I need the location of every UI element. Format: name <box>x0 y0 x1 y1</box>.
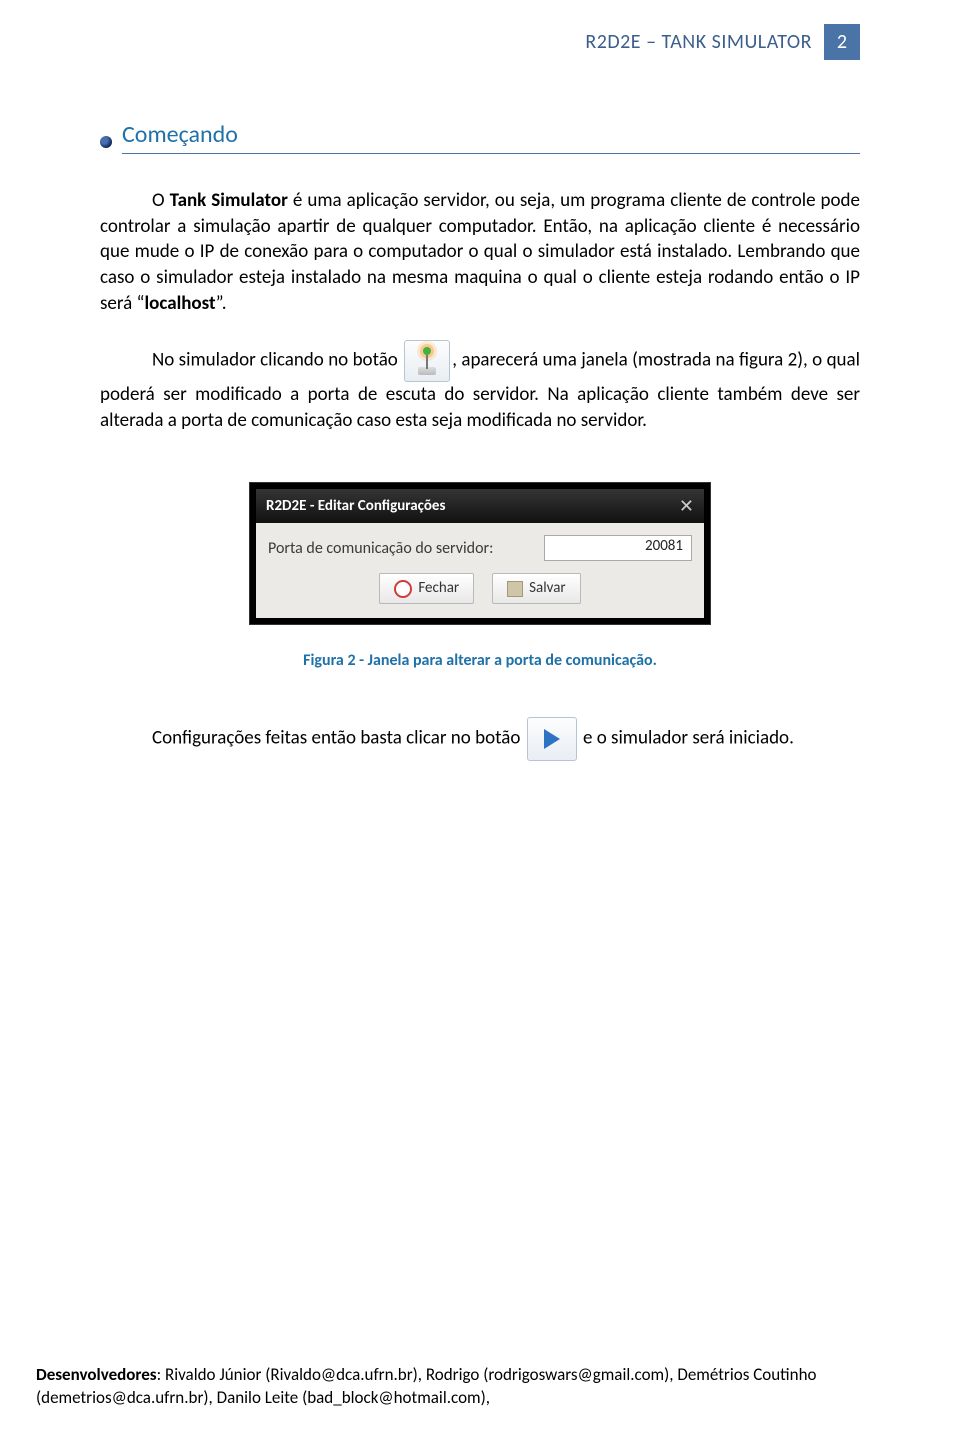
section-title: Começando <box>122 120 860 154</box>
text: Configurações feitas então basta clicar … <box>152 727 525 750</box>
text: ”. <box>216 292 227 315</box>
text-bold: localhost <box>144 292 215 315</box>
page-number-badge: 2 <box>824 24 860 60</box>
text-bold: Tank Simulator <box>170 189 288 212</box>
dialog-field-row: Porta de comunicação do servidor: 20081 <box>268 535 692 561</box>
text: e o simulador será iniciado. <box>579 727 794 750</box>
port-input[interactable]: 20081 <box>544 535 692 561</box>
dialog-title-text: R2D2E - Editar Configurações <box>266 496 445 516</box>
dialog-body: Porta de comunicação do servidor: 20081 … <box>256 523 704 617</box>
document-page: R2D2E – TANK SIMULATOR 2 Começando O Tan… <box>0 0 960 1430</box>
save-icon <box>507 581 523 597</box>
paragraph-3: Configurações feitas então basta clicar … <box>100 717 860 761</box>
paragraph-2: No simulador clicando no botão , aparece… <box>100 340 860 433</box>
paragraph-1: O Tank Simulator é uma aplicação servido… <box>100 188 860 316</box>
stop-icon <box>394 580 412 598</box>
page-footer: Desenvolvedores: Rivaldo Júnior (Rivaldo… <box>36 1364 924 1410</box>
text: No simulador clicando no botão <box>152 349 402 372</box>
play-button-icon <box>527 717 577 761</box>
dialog-field-label: Porta de comunicação do servidor: <box>268 538 493 560</box>
antenna-button-icon <box>404 340 450 382</box>
page-header: R2D2E – TANK SIMULATOR 2 <box>100 0 860 60</box>
dialog-titlebar: R2D2E - Editar Configurações ✕ <box>256 489 704 523</box>
save-button-label: Salvar <box>529 578 566 598</box>
close-button[interactable]: Fechar <box>379 573 474 603</box>
bullet-icon <box>100 136 112 148</box>
header-title: R2D2E – TANK SIMULATOR <box>585 30 812 54</box>
footer-label: Desenvolvedores <box>36 1364 157 1385</box>
dialog-figure: R2D2E - Editar Configurações ✕ Porta de … <box>100 483 860 623</box>
section-heading: Começando <box>100 120 860 154</box>
close-icon[interactable]: ✕ <box>679 494 694 518</box>
text: O <box>152 189 170 212</box>
figure-caption: Figura 2 - Janela para alterar a porta d… <box>100 650 860 672</box>
close-button-label: Fechar <box>418 578 459 598</box>
config-dialog: R2D2E - Editar Configurações ✕ Porta de … <box>250 483 710 623</box>
body-text: O Tank Simulator é uma aplicação servido… <box>100 188 860 761</box>
save-button[interactable]: Salvar <box>492 573 581 603</box>
dialog-actions: Fechar Salvar <box>268 573 692 603</box>
